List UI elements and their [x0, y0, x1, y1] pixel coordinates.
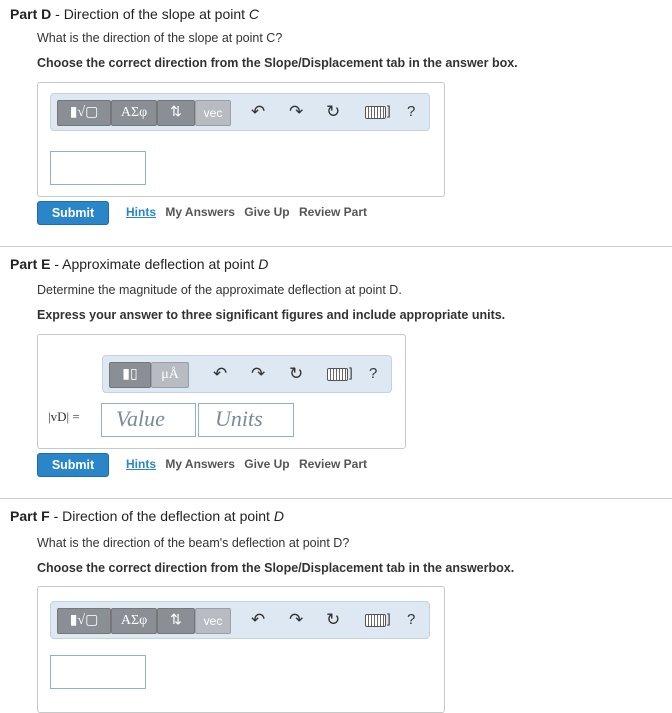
units-button[interactable]: μÅ: [151, 362, 189, 388]
greek-symbols-button[interactable]: ΑΣφ: [111, 100, 157, 126]
keyboard-icon[interactable]: [365, 106, 386, 119]
part-d-links: Hints My Answers Give Up Review Part: [126, 205, 373, 219]
part-e-label: Part E: [10, 256, 51, 272]
greek-symbols-button[interactable]: ΑΣφ: [111, 608, 157, 634]
part-f-answer-input[interactable]: [50, 655, 146, 689]
vec-button[interactable]: vec: [195, 100, 231, 126]
part-e-title: Part E - Approximate deflection at point…: [10, 256, 269, 272]
part-e-answer-box: ▮▯ μÅ ↶ ↷ ↻ ] ? |vD| = Value Units: [37, 334, 406, 449]
help-icon[interactable]: ?: [369, 365, 377, 382]
part-f-title: Part F - Direction of the deflection at …: [10, 508, 284, 524]
units-input[interactable]: Units: [198, 403, 294, 437]
give-up-link[interactable]: Give Up: [244, 457, 289, 471]
part-d-label: Part D: [10, 6, 52, 22]
part-d-submit-button[interactable]: Submit: [37, 201, 109, 225]
keyboard-bracket-icon: ]: [387, 103, 391, 118]
templates-button[interactable]: ▮√▢: [57, 608, 111, 634]
keyboard-bracket-icon: ]: [387, 611, 391, 626]
templates-button[interactable]: ▮√▢: [57, 100, 111, 126]
arrows-button[interactable]: ⇅: [157, 100, 195, 126]
part-d-answer-box: ▮√▢ ΑΣφ ⇅ vec ↶ ↷ ↻ ] ?: [37, 82, 445, 197]
part-e-title-text: Approximate deflection at point: [62, 256, 259, 272]
part-e-instruction: Express your answer to three significant…: [37, 308, 506, 322]
keyboard-bracket-icon: ]: [349, 365, 353, 380]
review-part-link[interactable]: Review Part: [299, 457, 367, 471]
part-f-instruction: Choose the correct direction from the Sl…: [37, 561, 515, 575]
undo-icon[interactable]: ↶: [251, 102, 265, 122]
redo-icon[interactable]: ↷: [289, 102, 303, 122]
review-part-link[interactable]: Review Part: [299, 205, 367, 219]
part-e-links: Hints My Answers Give Up Review Part: [126, 457, 373, 471]
deflection-variable-label: |vD| =: [48, 409, 80, 424]
divider: [0, 498, 672, 499]
give-up-link[interactable]: Give Up: [244, 205, 289, 219]
part-f-label: Part F: [10, 508, 50, 524]
part-f-title-var: D: [273, 508, 284, 524]
value-input[interactable]: Value: [101, 403, 196, 437]
keyboard-icon[interactable]: [327, 368, 348, 381]
part-e-title-var: D: [258, 256, 269, 272]
my-answers-link[interactable]: My Answers: [165, 457, 235, 471]
undo-icon[interactable]: ↶: [251, 610, 265, 630]
vec-button[interactable]: vec: [195, 608, 231, 634]
undo-icon[interactable]: ↶: [213, 364, 227, 384]
part-d-title-text: Direction of the slope at point: [63, 6, 249, 22]
part-d-question: What is the direction of the slope at po…: [37, 31, 283, 45]
arrows-button[interactable]: ⇅: [157, 608, 195, 634]
hints-link[interactable]: Hints: [126, 457, 156, 471]
reset-icon[interactable]: ↻: [289, 364, 303, 384]
help-icon[interactable]: ?: [407, 103, 415, 120]
reset-icon[interactable]: ↻: [326, 102, 340, 122]
part-e-question: Determine the magnitude of the approxima…: [37, 283, 402, 297]
part-f-answer-box: ▮√▢ ΑΣφ ⇅ vec ↶ ↷ ↻ ] ?: [37, 586, 445, 713]
part-f-title-text: Direction of the deflection at point: [62, 508, 274, 524]
part-f-toolbar: ▮√▢ ΑΣφ ⇅ vec ↶ ↷ ↻ ] ?: [50, 601, 430, 639]
part-d-title-var: C: [248, 6, 260, 22]
help-icon[interactable]: ?: [407, 611, 415, 628]
hints-link[interactable]: Hints: [126, 205, 156, 219]
part-d-title: Part D - Direction of the slope at point…: [10, 6, 260, 22]
part-e-submit-button[interactable]: Submit: [37, 453, 109, 477]
part-d-answer-input[interactable]: [50, 151, 146, 185]
part-f-question: What is the direction of the beam's defl…: [37, 536, 350, 550]
part-d-instruction: Choose the correct direction from the Sl…: [37, 56, 518, 70]
value-placeholder: Value: [116, 406, 165, 431]
templates-button[interactable]: ▮▯: [109, 362, 151, 388]
part-d-toolbar: ▮√▢ ΑΣφ ⇅ vec ↶ ↷ ↻ ] ?: [50, 93, 430, 131]
redo-icon[interactable]: ↷: [289, 610, 303, 630]
redo-icon[interactable]: ↷: [251, 364, 265, 384]
my-answers-link[interactable]: My Answers: [165, 205, 235, 219]
keyboard-icon[interactable]: [365, 614, 386, 627]
reset-icon[interactable]: ↻: [326, 610, 340, 630]
divider: [0, 246, 672, 247]
units-placeholder: Units: [215, 406, 263, 431]
part-e-toolbar: ▮▯ μÅ ↶ ↷ ↻ ] ?: [102, 355, 392, 393]
